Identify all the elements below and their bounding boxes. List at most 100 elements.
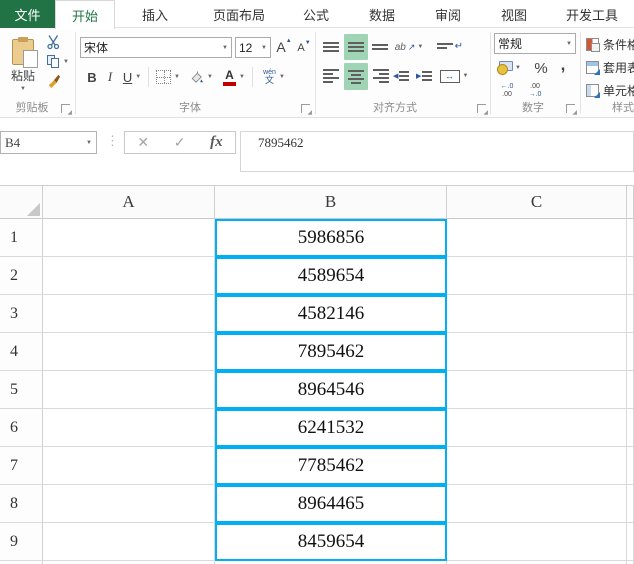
- cell-b4-active[interactable]: 7895462: [215, 333, 447, 371]
- wrap-text-button[interactable]: ↵: [437, 35, 463, 57]
- shrink-font-button[interactable]: A ▼: [295, 38, 313, 58]
- tab-formulas[interactable]: 公式: [283, 0, 349, 28]
- cell-c2[interactable]: [447, 257, 627, 295]
- cell-b5[interactable]: 8964546: [215, 371, 447, 409]
- borders-button[interactable]: ▼: [153, 66, 183, 88]
- row-header-7[interactable]: 7: [0, 447, 43, 485]
- fill-color-button[interactable]: ▼: [186, 66, 216, 88]
- align-right-button[interactable]: [370, 64, 391, 88]
- cell-b2[interactable]: 4589654: [215, 257, 447, 295]
- format-painter-button[interactable]: [44, 72, 64, 90]
- tab-review[interactable]: 审阅: [415, 0, 481, 28]
- select-all-corner[interactable]: [0, 186, 43, 219]
- format-as-table-button[interactable]: 套用表格: [586, 59, 634, 76]
- grow-font-button[interactable]: A ▲: [275, 37, 293, 57]
- row-header-6[interactable]: 6: [0, 409, 43, 447]
- cell-c5[interactable]: [447, 371, 627, 409]
- cell-c9[interactable]: [447, 523, 627, 561]
- formula-input[interactable]: 7895462: [240, 131, 634, 172]
- cell-a6[interactable]: [43, 409, 215, 447]
- cell-d9[interactable]: [627, 523, 634, 561]
- cell-c8[interactable]: [447, 485, 627, 523]
- cell-a9[interactable]: [43, 523, 215, 561]
- cell-d3[interactable]: [627, 295, 634, 333]
- align-left-button[interactable]: [321, 64, 342, 88]
- column-header-b[interactable]: B: [215, 186, 447, 219]
- tab-view[interactable]: 视图: [481, 0, 547, 28]
- cell-b9[interactable]: 8459654: [215, 523, 447, 561]
- cell-b6[interactable]: 6241532: [215, 409, 447, 447]
- increase-indent-button[interactable]: ▶: [416, 64, 438, 88]
- italic-button[interactable]: I: [103, 66, 117, 88]
- font-dialog-launcher[interactable]: [301, 104, 312, 116]
- cell-styles-button[interactable]: 单元格样式: [586, 82, 634, 99]
- row-header-2[interactable]: 2: [0, 257, 43, 295]
- copy-button[interactable]: ▼: [44, 53, 72, 71]
- cell-d5[interactable]: [627, 371, 634, 409]
- cell-a8[interactable]: [43, 485, 215, 523]
- align-top-button[interactable]: [321, 36, 342, 58]
- cell-c1[interactable]: [447, 219, 627, 257]
- percent-style-button[interactable]: %: [531, 57, 551, 79]
- cell-d8[interactable]: [627, 485, 634, 523]
- alignment-dialog-launcher[interactable]: [477, 104, 488, 116]
- row-header-9[interactable]: 9: [0, 523, 43, 561]
- tab-developer[interactable]: 开发工具: [547, 0, 634, 28]
- conditional-formatting-button[interactable]: 条件格式: [586, 36, 634, 53]
- align-center-button[interactable]: [344, 63, 368, 90]
- underline-button[interactable]: U ▼: [119, 66, 145, 88]
- decrease-indent-button[interactable]: ◀: [393, 64, 415, 88]
- tab-file[interactable]: 文件: [0, 0, 55, 28]
- number-dialog-launcher[interactable]: [566, 104, 577, 116]
- tab-insert[interactable]: 插入: [115, 0, 195, 28]
- row-header-8[interactable]: 8: [0, 485, 43, 523]
- cell-d6[interactable]: [627, 409, 634, 447]
- cell-a5[interactable]: [43, 371, 215, 409]
- cell-c4[interactable]: [447, 333, 627, 371]
- cell-d1[interactable]: [627, 219, 634, 257]
- phonetic-guide-button[interactable]: wén 文 ▼: [258, 64, 290, 90]
- cell-a3[interactable]: [43, 295, 215, 333]
- align-middle-button[interactable]: [344, 34, 368, 60]
- increase-decimal-button[interactable]: ←.0 .00: [495, 81, 519, 101]
- font-color-button[interactable]: A ▼: [219, 65, 249, 89]
- number-format-combo[interactable]: 常规 ▼: [494, 33, 576, 54]
- paste-button[interactable]: 粘贴 ▼: [4, 33, 42, 97]
- cell-d4[interactable]: [627, 333, 634, 371]
- tab-home[interactable]: 开始: [55, 0, 115, 29]
- formula-bar-grip-icon[interactable]: ⋮: [106, 133, 119, 149]
- name-box[interactable]: B4 ▼: [0, 131, 97, 154]
- tab-data[interactable]: 数据: [349, 0, 415, 28]
- merge-center-button[interactable]: ↔ ▼: [437, 65, 471, 87]
- column-header-c[interactable]: C: [447, 186, 627, 219]
- font-name-combo[interactable]: 宋体 ▼: [80, 37, 232, 58]
- cell-a4[interactable]: [43, 333, 215, 371]
- cell-d7[interactable]: [627, 447, 634, 485]
- column-header-a[interactable]: A: [43, 186, 215, 219]
- cell-a1[interactable]: [43, 219, 215, 257]
- orientation-button[interactable]: ab ↗ ▼: [394, 36, 424, 58]
- font-size-combo[interactable]: 12 ▼: [235, 37, 271, 58]
- cell-b1[interactable]: 5986856: [215, 219, 447, 257]
- decrease-decimal-button[interactable]: .00 →.0: [523, 81, 547, 101]
- enter-icon[interactable]: ✓: [174, 134, 186, 151]
- cut-button[interactable]: [44, 33, 64, 51]
- align-bottom-button[interactable]: [370, 36, 391, 58]
- tab-page-layout[interactable]: 页面布局: [195, 0, 283, 28]
- row-header-3[interactable]: 3: [0, 295, 43, 333]
- cell-c6[interactable]: [447, 409, 627, 447]
- bold-button[interactable]: B: [84, 66, 100, 88]
- cell-b7[interactable]: 7785462: [215, 447, 447, 485]
- row-header-4[interactable]: 4: [0, 333, 43, 371]
- cell-c3[interactable]: [447, 295, 627, 333]
- insert-function-icon[interactable]: fx: [210, 134, 223, 151]
- cell-c7[interactable]: [447, 447, 627, 485]
- comma-style-button[interactable]: ,: [556, 54, 570, 76]
- accounting-format-button[interactable]: ▼: [495, 58, 523, 78]
- cell-a7[interactable]: [43, 447, 215, 485]
- row-header-1[interactable]: 1: [0, 219, 43, 257]
- cell-b8[interactable]: 8964465: [215, 485, 447, 523]
- cell-d2[interactable]: [627, 257, 634, 295]
- clipboard-dialog-launcher[interactable]: [61, 104, 72, 116]
- cell-b3[interactable]: 4582146: [215, 295, 447, 333]
